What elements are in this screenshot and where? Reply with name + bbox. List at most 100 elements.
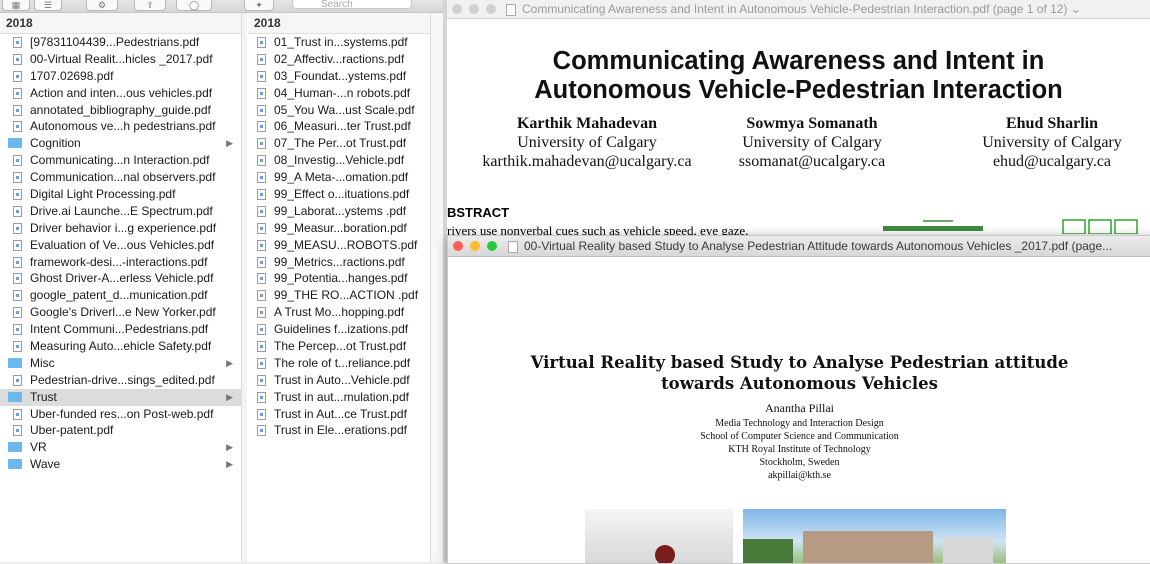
minimize-button[interactable] bbox=[469, 4, 479, 14]
item-label: 05_You Wa...ust Scale.pdf bbox=[274, 102, 415, 117]
file-item[interactable]: 07_The Per...ot Trust.pdf bbox=[248, 135, 430, 152]
file-item[interactable]: Autonomous ve...h pedestrians.pdf bbox=[0, 118, 241, 135]
folder-item[interactable]: Cognition ▶ bbox=[0, 135, 241, 152]
minimize-button[interactable] bbox=[470, 241, 480, 251]
title-bar[interactable]: Communicating Awareness and Intent in Au… bbox=[447, 0, 1150, 19]
file-item[interactable]: Trust in aut...mulation.pdf bbox=[248, 389, 430, 406]
file-item[interactable]: 00-Virtual Realit...hicles _2017.pdf bbox=[0, 51, 241, 68]
share-button[interactable]: ⇪ bbox=[134, 0, 166, 11]
folder-item[interactable]: Misc ▶ bbox=[0, 355, 241, 372]
file-item[interactable]: The Percep...ot Trust.pdf bbox=[248, 338, 430, 355]
file-item[interactable]: google_patent_d...munication.pdf bbox=[0, 287, 241, 304]
item-label: Evaluation of Ve...ous Vehicles.pdf bbox=[30, 237, 215, 252]
pdf-file-icon bbox=[257, 189, 266, 201]
pdf-file-icon bbox=[13, 70, 22, 82]
dropbox-button[interactable]: ✦ bbox=[244, 0, 274, 11]
file-item[interactable]: 99_MEASU...ROBOTS.pdf bbox=[248, 237, 430, 254]
file-item[interactable]: 08_Investig...Vehicle.pdf bbox=[248, 152, 430, 169]
file-item[interactable]: The role of t...reliance.pdf bbox=[248, 355, 430, 372]
pdf-file-icon bbox=[13, 205, 22, 217]
file-item[interactable]: Drive.ai Launche...E Spectrum.pdf bbox=[0, 203, 241, 220]
chevron-right-icon: ▶ bbox=[226, 138, 233, 149]
file-item[interactable]: 04_Human-...n robots.pdf bbox=[248, 85, 430, 102]
file-item[interactable]: Communicating...n Interaction.pdf bbox=[0, 152, 241, 169]
pdf-file-icon bbox=[257, 357, 266, 369]
file-item[interactable]: 03_Foundat...ystems.pdf bbox=[248, 68, 430, 85]
file-item[interactable]: 99_A Meta-...omation.pdf bbox=[248, 169, 430, 186]
item-label: Trust in aut...mulation.pdf bbox=[274, 389, 409, 404]
author-block: Karthik Mahadevan University of Calgary … bbox=[457, 115, 717, 171]
file-item[interactable]: 99_Measur...boration.pdf bbox=[248, 220, 430, 237]
item-label: 99_THE RO...ACTION .pdf bbox=[274, 288, 419, 303]
item-label: Action and inten...ous vehicles.pdf bbox=[30, 85, 213, 100]
tag-button[interactable]: ◯ bbox=[176, 0, 212, 11]
file-item[interactable]: Pedestrian-drive...sings_edited.pdf bbox=[0, 372, 241, 389]
file-item[interactable]: Trust in Ele...erations.pdf bbox=[248, 422, 430, 439]
file-item[interactable]: Communication...nal observers.pdf bbox=[0, 169, 241, 186]
author-affiliation: University of Calgary bbox=[742, 134, 882, 151]
file-item[interactable]: Guidelines f...izations.pdf bbox=[248, 321, 430, 338]
file-item[interactable]: Trust in Auto...Vehicle.pdf bbox=[248, 372, 430, 389]
paper-title-line-2: Autonomous Vehicle-Pedestrian Interactio… bbox=[534, 76, 1063, 104]
file-item[interactable]: Intent Communi...Pedestrians.pdf bbox=[0, 321, 241, 338]
list-view-button[interactable]: ☰ bbox=[34, 0, 62, 11]
item-label: 99_A Meta-...omation.pdf bbox=[274, 170, 409, 185]
file-item[interactable]: 1707.02698.pdf bbox=[0, 68, 241, 85]
file-item[interactable]: Driver behavior i...g experience.pdf bbox=[0, 220, 241, 237]
file-item[interactable]: 99_Effect o...ituations.pdf bbox=[248, 186, 430, 203]
folder-icon bbox=[8, 138, 22, 149]
file-item[interactable]: Digital Light Processing.pdf bbox=[0, 186, 241, 203]
finder-column-2: 2018 01_Trust in...systems.pdf 02_Affecti… bbox=[248, 13, 431, 562]
item-label: Trust bbox=[30, 389, 57, 404]
item-label: Guidelines f...izations.pdf bbox=[274, 322, 409, 337]
file-item[interactable]: 99_Potentia...hanges.pdf bbox=[248, 270, 430, 287]
author-affiliation: University of Calgary bbox=[982, 134, 1122, 151]
zoom-button[interactable] bbox=[486, 4, 496, 14]
item-label: 07_The Per...ot Trust.pdf bbox=[274, 136, 407, 151]
file-item[interactable]: [97831104439...Pedestrians.pdf bbox=[0, 34, 241, 51]
column-header: 2018 bbox=[0, 13, 241, 34]
file-item[interactable]: 99_Laborat...ystems .pdf bbox=[248, 203, 430, 220]
column-resize-handle[interactable] bbox=[242, 13, 247, 562]
pdf-file-icon bbox=[257, 37, 266, 48]
file-item[interactable]: Ghost Driver-A...erless Vehicle.pdf bbox=[0, 270, 241, 287]
item-label: Uber-funded res...on Post-web.pdf bbox=[30, 406, 214, 421]
zoom-button[interactable] bbox=[487, 241, 497, 251]
arrange-button[interactable]: ⚙ bbox=[86, 0, 118, 11]
file-item[interactable]: 06_Measuri...ter Trust.pdf bbox=[248, 118, 430, 135]
pdf-file-icon bbox=[13, 222, 22, 234]
file-item[interactable]: 99_THE RO...ACTION .pdf bbox=[248, 287, 430, 304]
icon-view-button[interactable]: ▦ bbox=[2, 0, 30, 11]
title-bar[interactable]: 00-Virtual Reality based Study to Analys… bbox=[448, 236, 1150, 257]
file-item[interactable]: Evaluation of Ve...ous Vehicles.pdf bbox=[0, 237, 241, 254]
file-item[interactable]: 02_Affectiv...ractions.pdf bbox=[248, 51, 430, 68]
item-label: Digital Light Processing.pdf bbox=[30, 187, 176, 202]
item-label: Intent Communi...Pedestrians.pdf bbox=[30, 322, 209, 337]
folder-item[interactable]: Trust ▶ bbox=[0, 388, 241, 406]
file-item[interactable]: Uber-funded res...on Post-web.pdf bbox=[0, 406, 241, 423]
file-item[interactable]: annotated_bibliography_guide.pdf bbox=[0, 102, 241, 119]
folder-item[interactable]: Wave ▶ bbox=[0, 456, 241, 473]
file-item[interactable]: Measuring Auto...ehicle Safety.pdf bbox=[0, 338, 241, 355]
file-item[interactable]: Trust in Aut...ce Trust.pdf bbox=[248, 406, 430, 423]
file-item[interactable]: 05_You Wa...ust Scale.pdf bbox=[248, 102, 430, 119]
folder-item[interactable]: VR ▶ bbox=[0, 439, 241, 456]
author-block: Ehud Sharlin University of Calgary ehud@… bbox=[952, 115, 1150, 171]
file-item[interactable]: framework-desi...-interactions.pdf bbox=[0, 254, 241, 271]
pdf-file-icon bbox=[257, 374, 266, 386]
file-item[interactable]: 99_Metrics...ractions.pdf bbox=[248, 254, 430, 271]
close-button[interactable] bbox=[453, 241, 463, 251]
file-item[interactable]: 01_Trust in...systems.pdf bbox=[248, 34, 430, 51]
close-button[interactable] bbox=[452, 4, 462, 14]
file-item[interactable]: Google's Driverl...e New Yorker.pdf bbox=[0, 304, 241, 321]
item-label: 04_Human-...n robots.pdf bbox=[274, 85, 411, 100]
author-affiliation: University of Calgary bbox=[517, 134, 657, 151]
file-item[interactable]: A Trust Mo...hopping.pdf bbox=[248, 304, 430, 321]
file-item[interactable]: Action and inten...ous vehicles.pdf bbox=[0, 85, 241, 102]
folder-icon bbox=[8, 459, 22, 470]
search-input[interactable]: Search bbox=[292, 0, 412, 10]
pdf-file-icon bbox=[13, 104, 22, 116]
file-item[interactable]: Uber-patent.pdf bbox=[0, 422, 241, 439]
pdf-file-icon bbox=[13, 374, 22, 386]
pdf-file-icon bbox=[13, 290, 22, 302]
